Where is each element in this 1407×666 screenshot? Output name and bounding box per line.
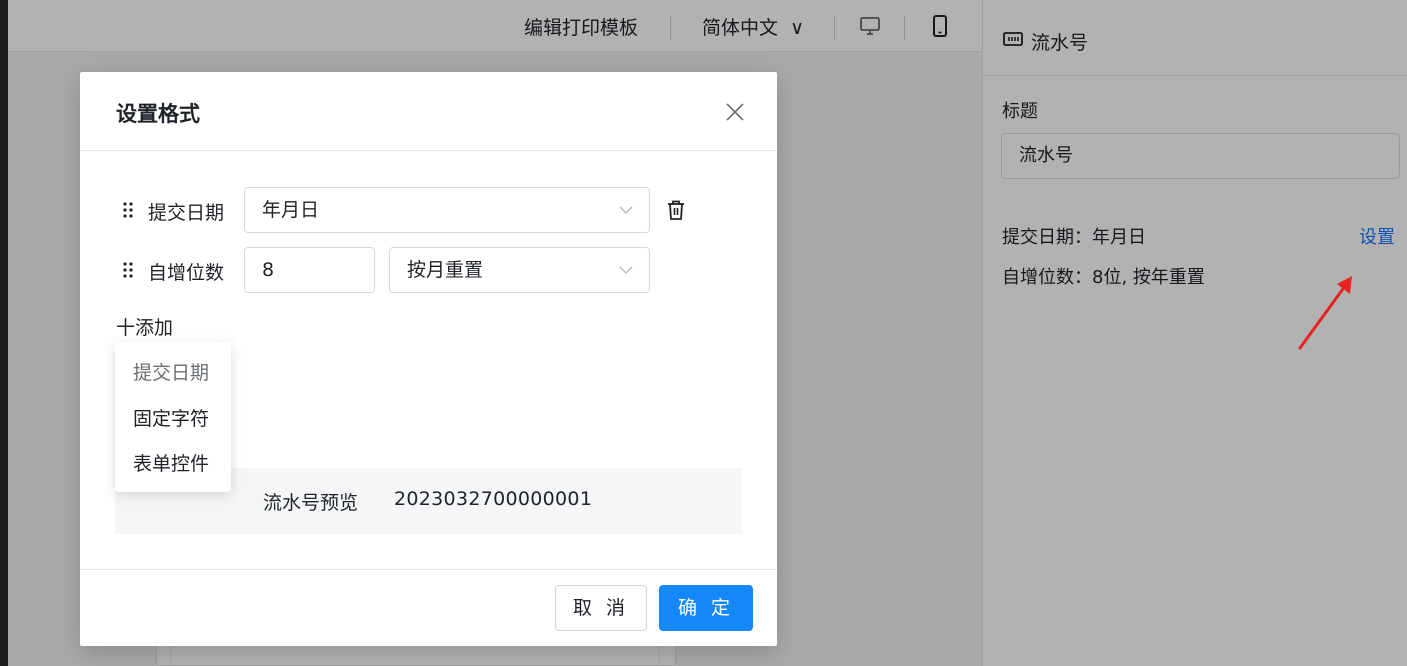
add-type-dropdown: 提交日期 固定字符 表单控件 <box>115 342 231 492</box>
annotation-arrow-icon <box>1298 276 1352 350</box>
close-icon[interactable] <box>725 102 745 122</box>
row-label: 自增位数 <box>148 262 225 284</box>
format-row-submit-date: 提交日期 年月日 <box>80 187 777 233</box>
delete-icon[interactable] <box>666 199 686 221</box>
drag-handle-icon[interactable] <box>122 261 134 279</box>
chevron-down-icon <box>619 206 633 214</box>
dropdown-item-form-control[interactable]: 表单控件 <box>133 449 209 476</box>
format-settings-dialog: 设置格式 提交日期 年月日 自增位数 8 按月重置 十添加 流水号预览 2023… <box>80 72 777 646</box>
dialog-footer: 取 消 确 定 <box>80 569 777 646</box>
confirm-button[interactable]: 确 定 <box>659 585 753 631</box>
select-value: 按月重置 <box>407 259 484 281</box>
preview-value: 2023032700000001 <box>394 488 593 510</box>
cancel-button[interactable]: 取 消 <box>555 585 647 631</box>
date-format-select[interactable]: 年月日 <box>244 187 650 233</box>
preview-label: 流水号预览 <box>263 492 359 514</box>
chevron-down-icon <box>619 266 633 274</box>
dropdown-item-fixed-text[interactable]: 固定字符 <box>133 404 209 431</box>
select-value: 年月日 <box>262 199 320 221</box>
add-button[interactable]: 十添加 <box>116 313 173 340</box>
dropdown-item-submit-date: 提交日期 <box>133 362 210 384</box>
dialog-title: 设置格式 <box>116 102 200 126</box>
digit-count-input[interactable]: 8 <box>244 247 375 293</box>
drag-handle-icon[interactable] <box>122 201 134 219</box>
format-row-auto-increment: 自增位数 8 按月重置 <box>80 247 777 293</box>
row-label: 提交日期 <box>148 202 225 224</box>
dialog-header: 设置格式 <box>80 72 777 151</box>
reset-cycle-select[interactable]: 按月重置 <box>389 247 650 293</box>
